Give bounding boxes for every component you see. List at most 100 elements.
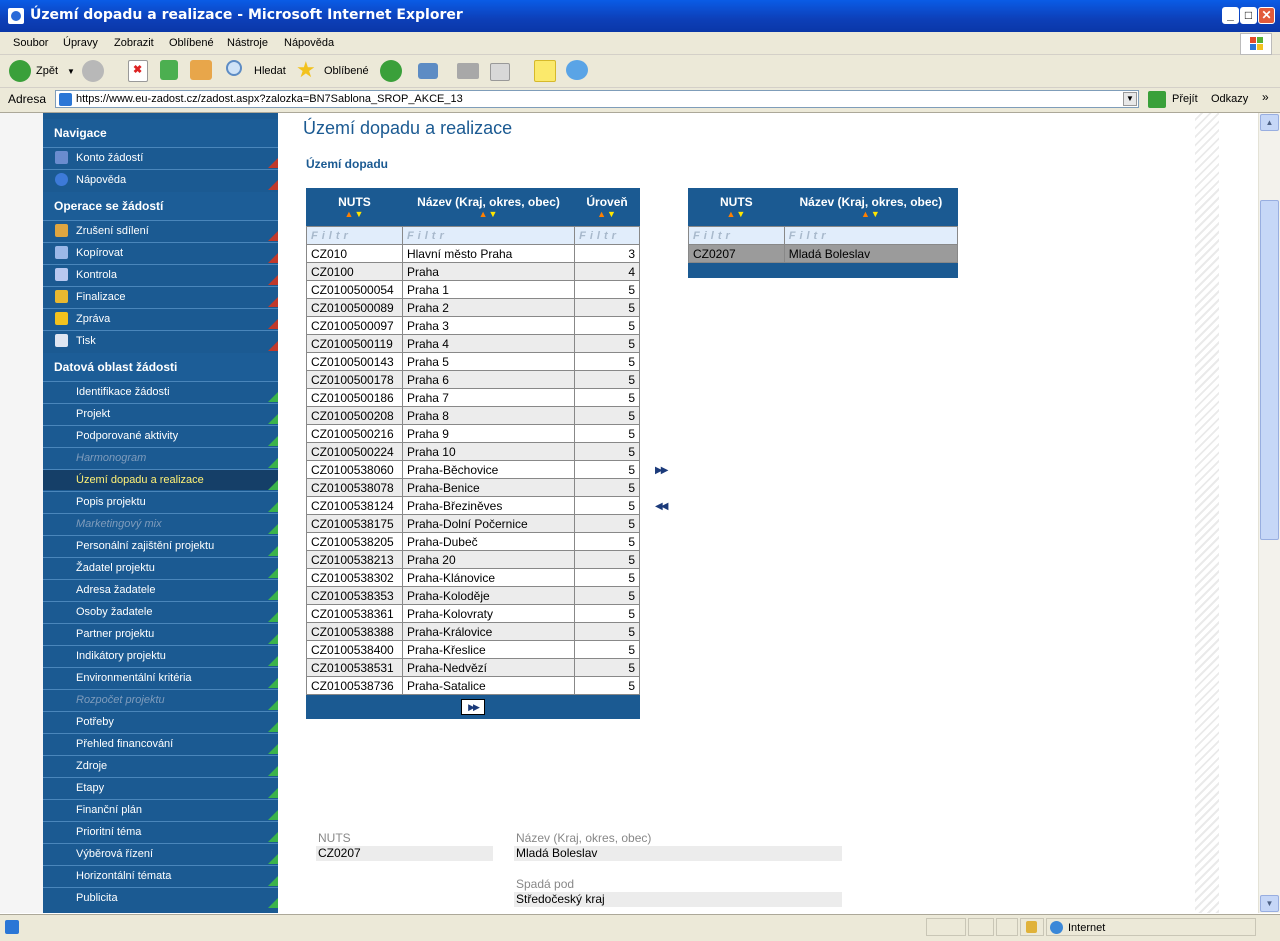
cell-level[interactable]: 5 [574, 622, 640, 641]
cell-name[interactable]: Praha-Benice [401, 478, 576, 497]
column-header-nuts[interactable]: NUTS ▲▼ [306, 188, 403, 227]
cell-level[interactable]: 5 [574, 334, 640, 353]
cell-nuts[interactable]: CZ0100500143 [306, 352, 403, 371]
menu-help[interactable]: Nápověda [284, 37, 334, 49]
cell-name[interactable]: Praha-Královice [401, 622, 576, 641]
sidebar-item[interactable]: Finalizace [43, 286, 278, 307]
cell-nuts[interactable]: CZ0100538302 [306, 568, 403, 587]
sidebar-item[interactable]: Zdroje [43, 755, 278, 776]
sidebar-item[interactable]: Identifikace žádosti [43, 381, 278, 402]
cell-name[interactable]: Praha 5 [401, 352, 576, 371]
filter-input-level[interactable]: Filtr [574, 226, 640, 245]
filter-input-nuts[interactable]: Filtr [306, 226, 403, 245]
table-row[interactable]: CZ0100500208 Praha 85 [306, 406, 640, 425]
menu-view[interactable]: Zobrazit [114, 37, 154, 49]
sidebar-item[interactable]: Popis projektu [43, 491, 278, 512]
cell-nuts[interactable]: CZ0100500089 [306, 298, 403, 317]
search-button-label[interactable]: Hledat [254, 65, 286, 77]
table-row-selected[interactable]: CZ0207 Mladá Boleslav [688, 244, 959, 263]
cell-level[interactable]: 5 [574, 316, 640, 335]
table-row[interactable]: CZ0100500143 Praha 55 [306, 352, 640, 371]
cell-level[interactable]: 5 [574, 658, 640, 677]
column-header-nuts[interactable]: NUTS ▲▼ [688, 188, 785, 227]
close-button[interactable]: ✕ [1258, 7, 1275, 24]
column-header-name[interactable]: Název (Kraj, okres, obec) ▲▼ [402, 188, 575, 227]
cell-nuts[interactable]: CZ010 [306, 244, 403, 263]
scroll-up-button[interactable]: ▲ [1260, 114, 1279, 131]
add-button[interactable]: ▶▶ [655, 465, 668, 476]
cell-level[interactable]: 5 [574, 532, 640, 551]
sidebar-item[interactable]: Zrušení sdílení [43, 220, 278, 241]
cell-level[interactable]: 3 [574, 244, 640, 263]
menu-favorites[interactable]: Oblíbené [169, 37, 214, 49]
cell-nuts[interactable]: CZ0100500119 [306, 334, 403, 353]
cell-name[interactable]: Praha 20 [401, 550, 576, 569]
cell-nuts[interactable]: CZ0100538060 [306, 460, 403, 479]
sidebar-item[interactable]: Přehled financování [43, 733, 278, 754]
sidebar-item[interactable]: Území dopadu a realizace [43, 469, 278, 490]
next-page-button[interactable]: ▶▶ [461, 698, 485, 715]
cell-name[interactable]: Praha-Dolní Počernice [401, 514, 576, 533]
address-input[interactable]: https://www.eu-zadost.cz/zadost.aspx?zal… [55, 90, 1139, 108]
sort-icon[interactable]: ▲▼ [402, 209, 574, 219]
cell-name[interactable]: Praha-Běchovice [401, 460, 576, 479]
links-button[interactable]: Odkazy [1211, 93, 1248, 105]
table-row[interactable]: CZ0100538175 Praha-Dolní Počernice 5 [306, 514, 640, 533]
cell-level[interactable]: 5 [574, 442, 640, 461]
cell-level[interactable]: 5 [574, 478, 640, 497]
scroll-thumb[interactable] [1260, 200, 1279, 540]
cell-name[interactable]: Praha-Satalice [401, 676, 576, 695]
table-row[interactable]: CZ0100500186 Praha 75 [306, 388, 640, 407]
cell-name[interactable]: Praha-Kolovraty [401, 604, 576, 623]
favorites-button-label[interactable]: Oblíbené [324, 65, 369, 77]
home-icon[interactable] [190, 60, 212, 80]
links-chevron-icon[interactable]: » [1262, 90, 1269, 104]
cell-nuts[interactable]: CZ0100538124 [306, 496, 403, 515]
cell-level[interactable]: 5 [574, 352, 640, 371]
sidebar-item[interactable]: Výběrová řízení [43, 843, 278, 864]
menu-edit[interactable]: Úpravy [63, 37, 98, 49]
sort-icon[interactable]: ▲▼ [307, 209, 403, 219]
cell-name[interactable]: Praha-Koloděje [401, 586, 576, 605]
cell-name[interactable]: Praha 1 [401, 280, 576, 299]
cell-nuts[interactable]: CZ0100500054 [306, 280, 403, 299]
column-header-name[interactable]: Název (Kraj, okres, obec) ▲▼ [784, 188, 958, 227]
table-row[interactable]: CZ0100500216 Praha 95 [306, 424, 640, 443]
cell-name[interactable]: Praha-Dubeč [401, 532, 576, 551]
menu-file[interactable]: Soubor [13, 37, 48, 49]
mail-icon[interactable] [418, 63, 438, 79]
cell-level[interactable]: 5 [574, 676, 640, 695]
cell-nuts[interactable]: CZ0100538353 [306, 586, 403, 605]
cell-nuts[interactable]: CZ0100538531 [306, 658, 403, 677]
sidebar-item[interactable]: Personální zajištění projektu [43, 535, 278, 556]
sidebar-item[interactable]: Tisk [43, 330, 278, 351]
sidebar-item[interactable]: Finanční plán [43, 799, 278, 820]
cell-name[interactable]: Praha 3 [401, 316, 576, 335]
cell-nuts[interactable]: CZ0100538400 [306, 640, 403, 659]
menu-tools[interactable]: Nástroje [227, 37, 268, 49]
cell-name[interactable]: Praha [401, 262, 576, 281]
cell-level[interactable]: 5 [574, 514, 640, 533]
cell-nuts[interactable]: CZ0100 [306, 262, 403, 281]
cell-level[interactable]: 5 [574, 640, 640, 659]
column-header-level[interactable]: Úroveň ▲▼ [574, 188, 640, 227]
edit-icon[interactable] [490, 63, 510, 81]
table-row[interactable]: CZ0100538361 Praha-Kolovraty 5 [306, 604, 640, 623]
cell-name[interactable]: Praha 9 [401, 424, 576, 443]
sidebar-item[interactable]: Projekt [43, 403, 278, 424]
note-icon[interactable] [534, 60, 556, 82]
remove-button[interactable]: ◀◀ [655, 501, 668, 512]
cell-name[interactable]: Praha 8 [401, 406, 576, 425]
sidebar-item[interactable]: Kopírovat [43, 242, 278, 263]
go-button[interactable]: Přejít [1172, 93, 1198, 105]
history-icon[interactable] [380, 60, 402, 82]
sidebar-item[interactable]: Prioritní téma [43, 821, 278, 842]
cell-nuts[interactable]: CZ0100500178 [306, 370, 403, 389]
maximize-button[interactable]: □ [1240, 7, 1257, 24]
table-row[interactable]: CZ0100538531 Praha-Nedvězí 5 [306, 658, 640, 677]
cell-nuts[interactable]: CZ0100500097 [306, 316, 403, 335]
table-row[interactable]: CZ0100500119 Praha 45 [306, 334, 640, 353]
table-row[interactable]: CZ0100538060 Praha-Běchovice 5 [306, 460, 640, 479]
table-row[interactable]: CZ0100538736 Praha-Satalice 5 [306, 676, 640, 695]
forward-icon[interactable] [82, 60, 104, 82]
